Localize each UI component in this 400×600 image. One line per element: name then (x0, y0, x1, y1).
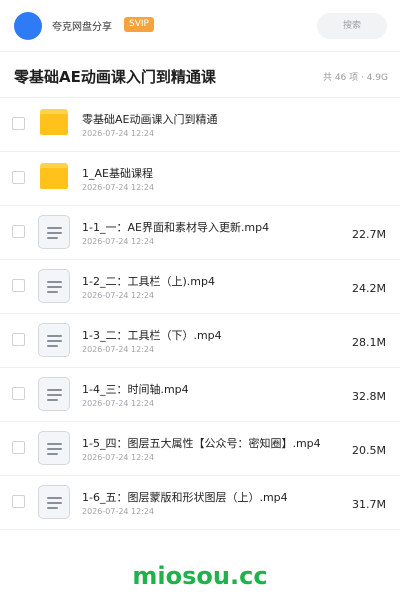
share-title-row: 零基础AE动画课入门到精通课 共 46 项 · 4.9G (0, 52, 400, 98)
video-file-icon (38, 431, 70, 465)
file-date: 2026-07-24 12:24 (82, 129, 155, 138)
file-date: 2026-07-24 12:24 (82, 399, 155, 408)
file-size: 31.7M (352, 498, 386, 511)
file-list: 零基础AE动画课入门到精通 2026-07-24 12:24 1_AE基础课程 … (0, 98, 400, 530)
select-checkbox[interactable] (12, 117, 25, 130)
file-name: 1-5_四：图层五大属性【公众号：密知圈】.mp4 (82, 437, 321, 450)
video-file-icon (38, 377, 70, 411)
file-name: 1-1_一：AE界面和素材导入更新.mp4 (82, 221, 270, 234)
list-item[interactable]: 1-2_二：工具栏（上).mp4 2026-07-24 12:24 24.2M (0, 260, 400, 314)
page-title: 零基础AE动画课入门到精通课 (14, 68, 216, 86)
file-date: 2026-07-24 12:24 (82, 345, 155, 354)
select-checkbox[interactable] (12, 225, 25, 238)
file-size: 28.1M (352, 336, 386, 349)
file-name: 1-4_三：时间轴.mp4 (82, 383, 189, 396)
select-checkbox[interactable] (12, 387, 25, 400)
select-checkbox[interactable] (12, 495, 25, 508)
file-size: 20.5M (352, 444, 386, 457)
file-name: 1-6_五：图层蒙版和形状图层（上）.mp4 (82, 491, 288, 504)
sharer-name: 夸克网盘分享 (52, 22, 112, 33)
select-checkbox[interactable] (12, 171, 25, 184)
file-name: 1_AE基础课程 (82, 167, 153, 180)
file-date: 2026-07-24 12:24 (82, 291, 155, 300)
file-name: 1-2_二：工具栏（上).mp4 (82, 275, 215, 288)
file-date: 2026-07-24 12:24 (82, 183, 155, 192)
file-size: 24.2M (352, 282, 386, 295)
list-item[interactable]: 1-3_二：工具栏（下）.mp4 2026-07-24 12:24 28.1M (0, 314, 400, 368)
avatar[interactable] (14, 12, 42, 40)
file-date: 2026-07-24 12:24 (82, 237, 155, 246)
file-name: 零基础AE动画课入门到精通 (82, 113, 218, 126)
search-button[interactable]: 搜索 (317, 13, 387, 39)
list-item[interactable]: 1-5_四：图层五大属性【公众号：密知圈】.mp4 2026-07-24 12:… (0, 422, 400, 476)
file-date: 2026-07-24 12:24 (82, 507, 155, 516)
file-size: 22.7M (352, 228, 386, 241)
folder-icon (40, 163, 68, 189)
list-item[interactable]: 1-1_一：AE界面和素材导入更新.mp4 2026-07-24 12:24 2… (0, 206, 400, 260)
list-item[interactable]: 1-4_三：时间轴.mp4 2026-07-24 12:24 32.8M (0, 368, 400, 422)
top-bar: 夸克网盘分享 SVIP 搜索 (0, 0, 400, 52)
folder-icon (40, 109, 68, 135)
svip-badge: SVIP (124, 17, 154, 32)
select-checkbox[interactable] (12, 333, 25, 346)
video-file-icon (38, 323, 70, 357)
video-file-icon (38, 485, 70, 519)
list-item[interactable]: 1-6_五：图层蒙版和形状图层（上）.mp4 2026-07-24 12:24 … (0, 476, 400, 530)
list-item[interactable]: 1_AE基础课程 2026-07-24 12:24 (0, 152, 400, 206)
select-checkbox[interactable] (12, 441, 25, 454)
list-item[interactable]: 零基础AE动画课入门到精通 2026-07-24 12:24 (0, 98, 400, 152)
watermark: miosou.cc (132, 562, 268, 590)
file-name: 1-3_二：工具栏（下）.mp4 (82, 329, 222, 342)
video-file-icon (38, 269, 70, 303)
share-meta: 共 46 项 · 4.9G (322, 73, 388, 83)
select-checkbox[interactable] (12, 279, 25, 292)
video-file-icon (38, 215, 70, 249)
file-date: 2026-07-24 12:24 (82, 453, 155, 462)
file-size: 32.8M (352, 390, 386, 403)
